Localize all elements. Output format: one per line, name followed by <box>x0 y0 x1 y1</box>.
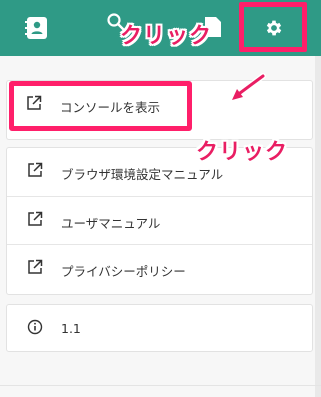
show-console-button[interactable]: コンソールを表示 <box>9 81 192 131</box>
version-row: 1.1 <box>7 305 312 353</box>
app-header: クリック <box>0 0 321 56</box>
popup-window: クリック ブラウザ環境設定マニュアル ユーザマニュアル プライバシーポリシー 1… <box>0 0 321 397</box>
external-link-icon <box>26 95 42 111</box>
external-link-icon <box>27 162 43 178</box>
version-label: 1.1 <box>61 321 81 336</box>
list-item-label: ユーザマニュアル <box>61 216 161 231</box>
settings-button[interactable] <box>239 2 307 52</box>
list-item-label: プライバシーポリシー <box>61 264 186 279</box>
version-card: 1.1 <box>6 304 313 352</box>
links-card: ブラウザ環境設定マニュアル ユーザマニュアル プライバシーポリシー <box>6 147 313 295</box>
list-item-privacy-policy[interactable]: プライバシーポリシー <box>7 244 312 292</box>
divider <box>0 385 321 386</box>
list-item-user-manual[interactable]: ユーザマニュアル <box>7 196 312 244</box>
info-icon <box>27 319 43 335</box>
click-annotation-top: クリック <box>120 24 213 49</box>
scrollbar-track[interactable] <box>315 56 321 397</box>
console-label: コンソールを表示 <box>60 100 161 115</box>
list-item-label: ブラウザ環境設定マニュアル <box>61 167 224 182</box>
gear-icon <box>266 20 282 36</box>
external-link-icon <box>27 211 43 227</box>
click-annotation-mid: クリック <box>196 140 289 165</box>
pointer-arrow-icon <box>230 73 266 101</box>
external-link-icon <box>27 259 43 275</box>
contacts-icon[interactable] <box>24 15 50 41</box>
